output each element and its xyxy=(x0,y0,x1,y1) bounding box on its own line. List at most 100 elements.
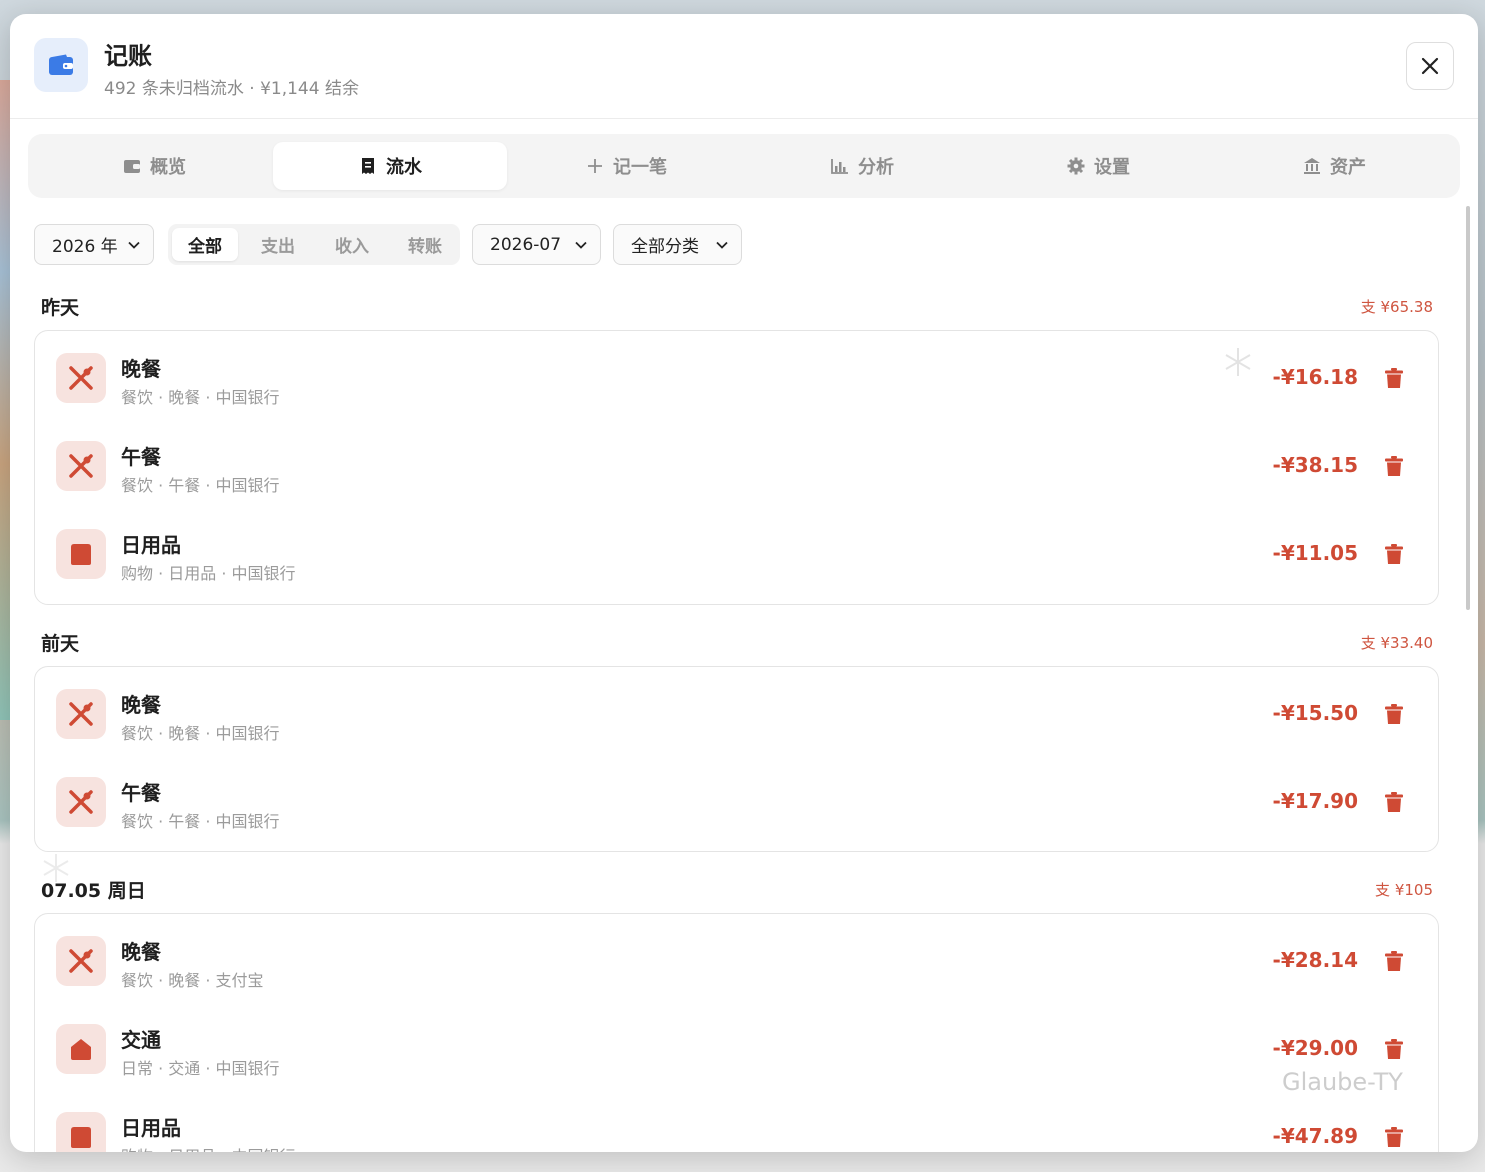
dining-icon xyxy=(56,777,106,827)
day-header: 前天 支 ¥33.40 xyxy=(41,629,1433,659)
tab-label: 资产 xyxy=(1330,157,1366,178)
dining-icon xyxy=(56,441,106,491)
shopping-bag-icon xyxy=(56,1112,106,1152)
transaction-title: 日用品 xyxy=(121,533,181,557)
tab-label: 流水 xyxy=(386,157,422,178)
delete-button[interactable] xyxy=(1383,367,1405,389)
scrollbar-thumb[interactable] xyxy=(1466,206,1470,610)
transaction-amount: -¥11.05 xyxy=(1272,541,1358,565)
transaction-title: 晚餐 xyxy=(121,693,161,717)
delete-button[interactable] xyxy=(1383,703,1405,725)
transaction-amount: -¥17.90 xyxy=(1272,789,1358,813)
dining-icon xyxy=(56,936,106,986)
transaction-amount: -¥15.50 xyxy=(1272,701,1358,725)
transaction-row[interactable]: 交通 日常 · 交通 · 中国银行 -¥29.00 xyxy=(35,1002,1438,1090)
transaction-title: 交通 xyxy=(121,1028,161,1052)
year-select[interactable]: 2026 年 xyxy=(34,224,154,265)
tab-analysis[interactable]: 分析 xyxy=(745,142,979,190)
app-subtitle: 492 条未归档流水 · ¥1,144 结余 xyxy=(104,79,359,99)
plus-icon xyxy=(585,156,605,176)
watermark: Glaube-TY xyxy=(1282,1068,1403,1096)
tab-label: 概览 xyxy=(150,157,186,178)
segment-transfer[interactable]: 转账 xyxy=(392,228,458,261)
transaction-row[interactable]: 日用品 购物 · 日用品 · 中国银行 -¥11.05 xyxy=(35,507,1438,595)
transaction-amount: -¥29.00 xyxy=(1272,1036,1358,1060)
transaction-meta: 餐饮 · 晚餐 · 支付宝 xyxy=(121,971,264,990)
transaction-row[interactable]: 晚餐 餐饮 · 晚餐 · 支付宝 -¥28.14 xyxy=(35,914,1438,1002)
delete-button[interactable] xyxy=(1383,543,1405,565)
transaction-row[interactable]: 午餐 餐饮 · 午餐 · 中国银行 -¥38.15 xyxy=(35,419,1438,507)
delete-button[interactable] xyxy=(1383,791,1405,813)
chevron-down-icon xyxy=(716,241,728,249)
type-segmented-control: 全部 支出 收入 转账 xyxy=(168,224,460,265)
snowflake-icon xyxy=(1225,348,1251,376)
close-icon xyxy=(1421,57,1439,75)
bank-icon xyxy=(1302,156,1322,176)
transaction-title: 日用品 xyxy=(121,1116,181,1140)
dining-icon xyxy=(56,353,106,403)
month-select[interactable]: 2026-07 xyxy=(472,224,601,265)
tab-assets[interactable]: 资产 xyxy=(1217,142,1451,190)
day-total: 支 ¥105 xyxy=(1375,881,1433,899)
day-total: 支 ¥33.40 xyxy=(1360,634,1433,652)
tab-overview[interactable]: 概览 xyxy=(37,142,271,190)
transactions-list[interactable]: 昨天 支 ¥65.38 晚餐 餐饮 · 晚餐 · 中国银行 -¥16.18 午餐 xyxy=(10,284,1478,1152)
day-header: 昨天 支 ¥65.38 xyxy=(41,293,1433,323)
day-title: 昨天 xyxy=(41,297,80,319)
trash-icon xyxy=(1385,1039,1403,1059)
segment-expense[interactable]: 支出 xyxy=(245,228,311,261)
transaction-row[interactable]: 午餐 餐饮 · 午餐 · 中国银行 -¥17.90 xyxy=(35,755,1438,843)
tab-label: 设置 xyxy=(1094,157,1130,178)
transaction-meta: 餐饮 · 晚餐 · 中国银行 xyxy=(121,724,280,743)
snowflake-icon xyxy=(43,854,69,882)
transaction-title: 午餐 xyxy=(121,445,161,469)
trash-icon xyxy=(1385,456,1403,476)
app-title: 记账 xyxy=(104,42,152,70)
ledger-dialog: 记账 492 条未归档流水 · ¥1,144 结余 概览 流水 记一笔 分析 设… xyxy=(10,14,1478,1152)
day-total: 支 ¥65.38 xyxy=(1360,298,1433,316)
delete-button[interactable] xyxy=(1383,455,1405,477)
delete-button[interactable] xyxy=(1383,1038,1405,1060)
segment-all[interactable]: 全部 xyxy=(172,228,238,261)
close-button[interactable] xyxy=(1406,42,1454,90)
transaction-title: 晚餐 xyxy=(121,940,161,964)
main-tabs: 概览 流水 记一笔 分析 设置 资产 xyxy=(28,134,1460,198)
chevron-down-icon xyxy=(575,241,587,249)
category-select[interactable]: 全部分类 xyxy=(613,224,742,265)
tab-settings[interactable]: 设置 xyxy=(981,142,1215,190)
transaction-amount: -¥28.14 xyxy=(1272,948,1358,972)
trash-icon xyxy=(1385,544,1403,564)
trash-icon xyxy=(1385,792,1403,812)
shopping-bag-icon xyxy=(56,529,106,579)
tab-transactions[interactable]: 流水 xyxy=(273,142,507,190)
transaction-meta: 餐饮 · 午餐 · 中国银行 xyxy=(121,812,280,831)
trash-icon xyxy=(1385,368,1403,388)
filter-bar: 2026 年 全部 支出 收入 转账 2026-07 全部分类 xyxy=(34,224,754,266)
transaction-meta: 餐饮 · 午餐 · 中国银行 xyxy=(121,476,280,495)
segment-income[interactable]: 收入 xyxy=(319,228,385,261)
delete-button[interactable] xyxy=(1383,950,1405,972)
home-icon xyxy=(56,1024,106,1074)
transaction-row[interactable]: 日用品 购物 · 日用品 · 中国银行 -¥47.89 xyxy=(35,1090,1438,1152)
gear-icon xyxy=(1066,156,1086,176)
wallet-icon xyxy=(34,38,88,92)
transaction-meta: 购物 · 日用品 · 中国银行 xyxy=(121,564,296,583)
transaction-title: 晚餐 xyxy=(121,357,161,381)
transaction-row[interactable]: 晚餐 餐饮 · 晚餐 · 中国银行 -¥15.50 xyxy=(35,667,1438,755)
year-select-value: 2026 年 xyxy=(52,237,118,257)
dialog-header: 记账 492 条未归档流水 · ¥1,144 结余 xyxy=(10,14,1478,119)
dining-icon xyxy=(56,689,106,739)
transaction-amount: -¥47.89 xyxy=(1272,1124,1358,1148)
trash-icon xyxy=(1385,1127,1403,1147)
receipt-icon xyxy=(358,156,378,176)
chevron-down-icon xyxy=(128,241,140,249)
month-select-value: 2026-07 xyxy=(490,234,562,255)
wallet-icon xyxy=(122,156,142,176)
tab-add-entry[interactable]: 记一笔 xyxy=(509,142,743,190)
day-group: 晚餐 餐饮 · 晚餐 · 支付宝 -¥28.14 交通 日常 · 交通 · 中国… xyxy=(34,913,1439,1152)
category-select-value: 全部分类 xyxy=(631,237,699,257)
delete-button[interactable] xyxy=(1383,1126,1405,1148)
day-header: 07.05 周日 支 ¥105 xyxy=(41,876,1433,906)
transaction-meta: 日常 · 交通 · 中国银行 xyxy=(121,1059,280,1078)
trash-icon xyxy=(1385,951,1403,971)
